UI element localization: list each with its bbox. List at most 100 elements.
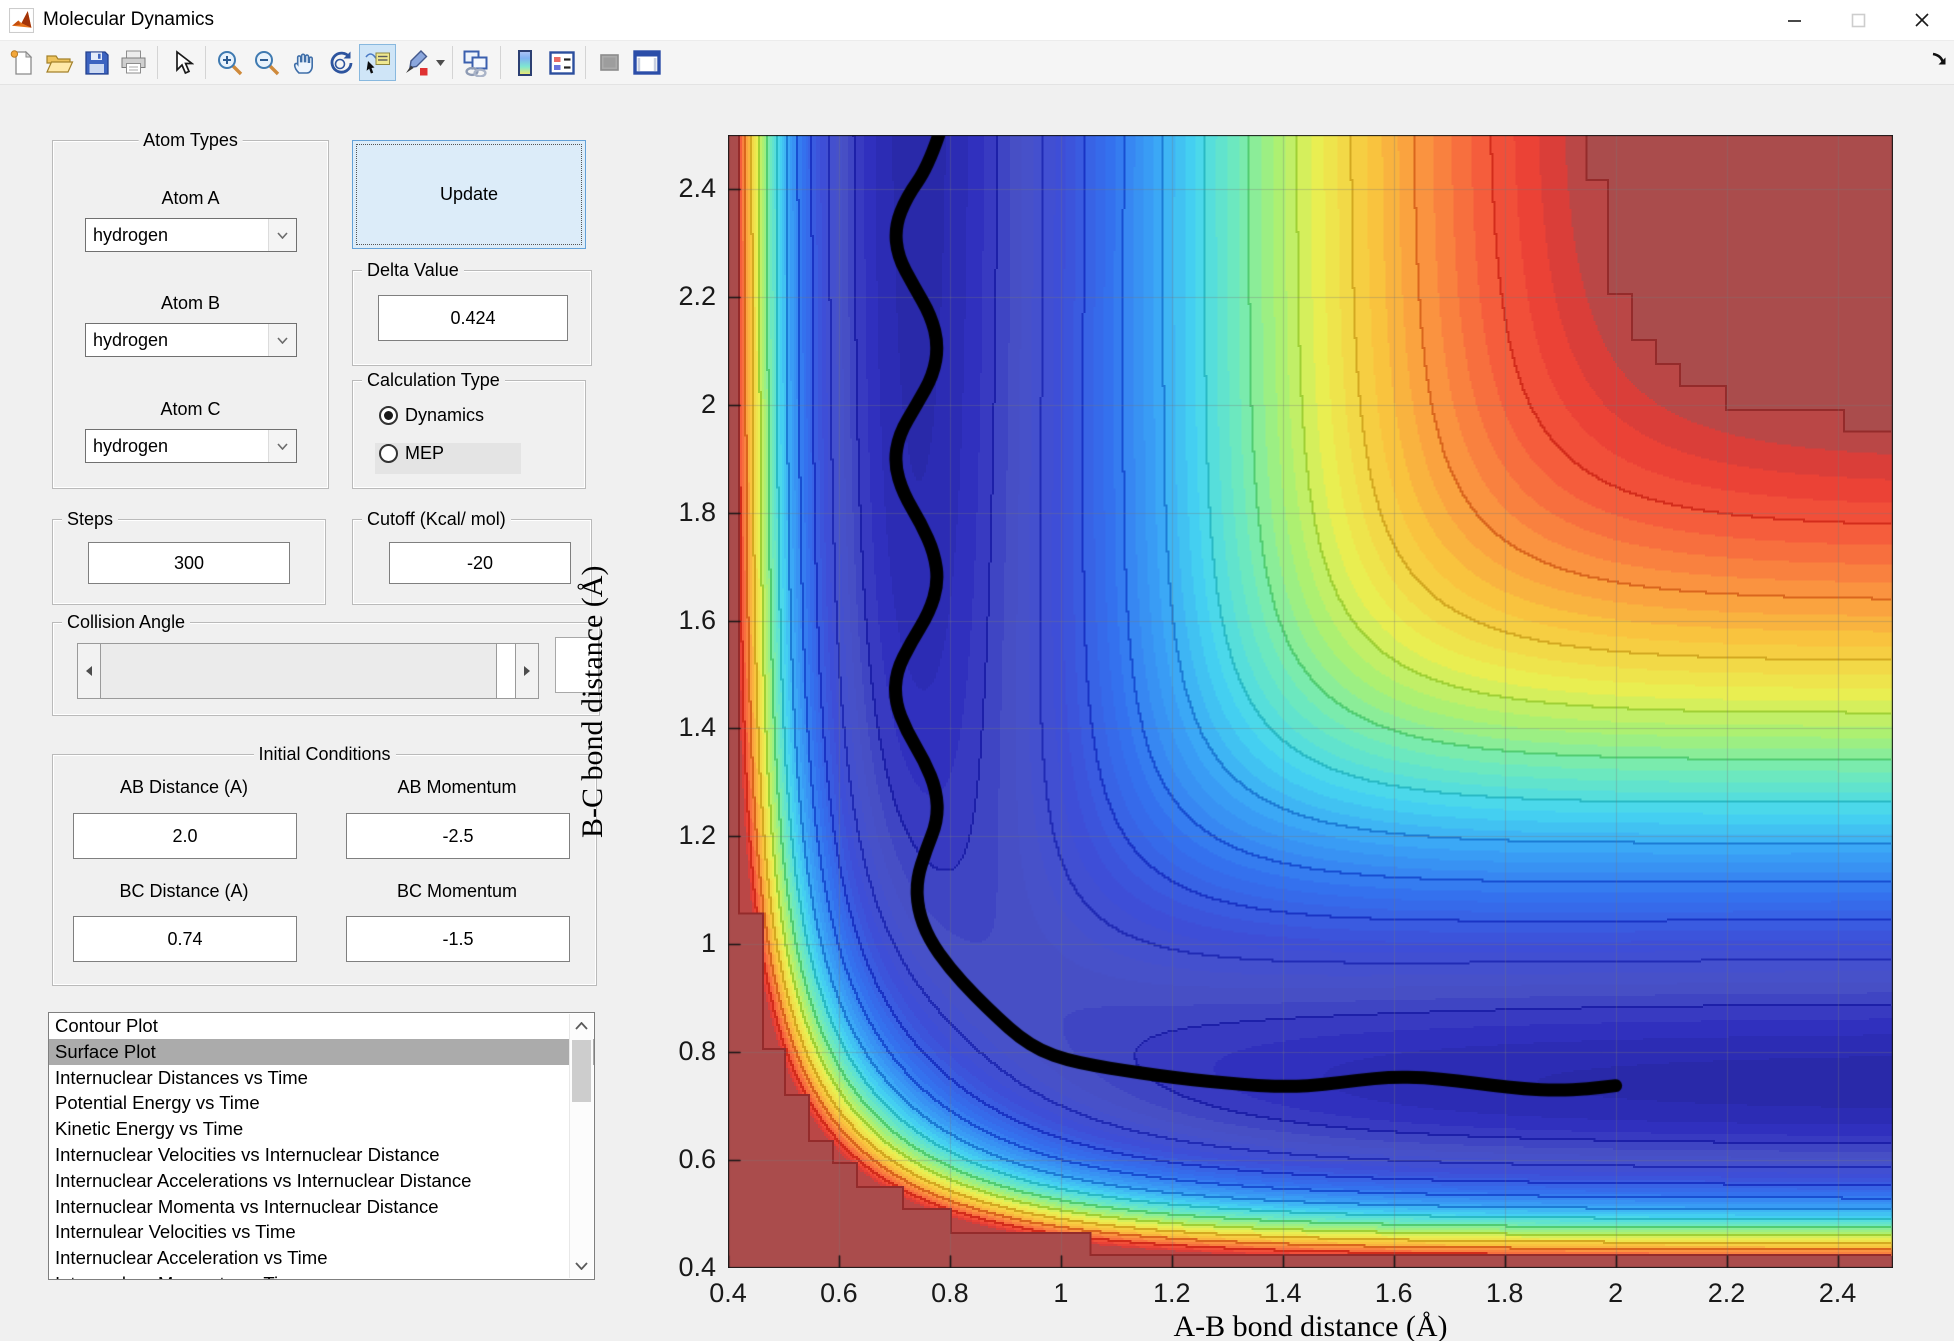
chevron-down-icon[interactable] [268,430,296,462]
bc-momentum-field[interactable]: -1.5 [346,916,570,962]
atom-b-select[interactable]: hydrogen [85,323,297,357]
slider-thumb[interactable] [101,644,497,698]
edit-cursor-icon [175,49,194,74]
plot-type-listbox[interactable]: Contour Plot Surface Plot Internuclear Dis… [48,1012,595,1280]
mep-radio[interactable]: MEP [379,443,444,464]
update-button[interactable]: Update [352,140,586,249]
y-tick-label: 0.6 [678,1144,716,1175]
rotate-3d-button[interactable] [322,44,359,81]
cutoff-field[interactable]: -20 [389,542,571,584]
save-button[interactable] [78,44,115,81]
minimize-icon [1787,19,1801,22]
pes-contour-plot[interactable]: 0.4 0.6 0.8 1 1.2 1.4 1.6 1.8 2 2.2 2.4 0.4 0.6 0.8 1 1… [576,135,1893,1341]
initial-conditions-group: Initial Conditions AB Distance (A) AB Mo… [52,744,597,986]
radio-unselected-icon [379,444,398,463]
x-tick-label: 2.4 [1818,1278,1857,1308]
bc-distance-field[interactable]: 0.74 [73,916,297,962]
insert-legend-button[interactable] [543,44,580,81]
x-tick-label: 1.2 [1153,1278,1191,1308]
matlab-logo-icon [9,7,34,33]
delta-value-field[interactable]: 0.424 [378,295,568,341]
slider-track[interactable] [497,644,515,698]
data-cursor-button[interactable] [359,44,396,81]
zoom-out-icon [254,50,279,75]
dock-figure-button[interactable] [628,44,665,81]
brush-dropdown-button[interactable] [433,59,447,66]
dynamics-radio[interactable]: Dynamics [379,405,484,426]
x-tick-label: 1.6 [1374,1278,1413,1308]
atom-b-value: hydrogen [93,329,169,350]
y-tick-label: 1.2 [678,820,716,851]
list-item[interactable]: Kinetic Energy vs Time [49,1116,594,1142]
trajectory-overlay-canvas [728,135,1893,1268]
collision-angle-title: Collision Angle [62,612,191,633]
radio-selected-icon [379,406,398,425]
disabled-square-icon [600,53,619,71]
steps-title: Steps [62,509,119,530]
slider-right-arrow[interactable] [515,644,538,698]
toolbar-separator [585,46,586,79]
ab-distance-label: AB Distance (A) [119,777,249,797]
rotate-3d-icon [330,51,352,73]
list-item[interactable]: Internuclear Acceleration vs Time [49,1245,594,1271]
molecular-dynamics-window: Molecular Dynamics Atom Types Atom A hyd… [0,0,1954,1341]
ab-momentum-label: AB Momentum [397,777,517,797]
ab-momentum-field[interactable]: -2.5 [346,813,570,859]
chevron-down-icon[interactable] [268,324,296,356]
toolbar-overflow-arrow [1932,52,1946,65]
brush-button[interactable] [396,44,433,81]
y-tick-label: 1.6 [678,604,716,635]
list-item[interactable]: Potential Energy vs Time [49,1090,594,1116]
edit-cursor-button[interactable] [163,44,200,81]
list-item[interactable]: Internuclear Distances vs Time [49,1065,594,1091]
zoom-out-button[interactable] [248,44,285,81]
pan-button[interactable] [285,44,322,81]
atom-types-title: Atom Types [138,130,243,151]
print-button[interactable] [115,44,152,81]
list-item[interactable]: Internuclear Momenta vs Internuclear Dis… [49,1194,594,1220]
list-item[interactable]: Internuclear Momenta vs Time [49,1271,594,1279]
close-button[interactable] [1890,0,1954,40]
list-item[interactable]: Internuclear Velocities vs Internuclear … [49,1142,594,1168]
toolbar-separator [452,46,453,79]
chevron-down-icon[interactable] [268,219,296,251]
list-item[interactable]: Surface Plot [49,1038,594,1065]
slider-left-arrow[interactable] [78,644,101,698]
list-item[interactable]: Internuclear Accelerations vs Internucle… [49,1168,594,1194]
atom-c-label: Atom C [160,399,221,419]
link-plots-icon [463,50,488,77]
link-plots-button[interactable] [458,44,495,81]
dynamics-radio-label: Dynamics [405,405,485,425]
x-tick-label: 1.4 [1263,1278,1302,1308]
zoom-in-icon [217,50,242,75]
maximize-button[interactable] [1826,0,1890,40]
brush-dropdown-caret [435,59,445,66]
insert-colorbar-button[interactable] [506,44,543,81]
atom-b-label: Atom B [160,293,221,313]
list-item[interactable]: Internulear Velocities vs Time [49,1219,594,1245]
delta-value-title: Delta Value [362,260,464,281]
save-icon [84,50,109,75]
list-item[interactable]: Contour Plot [49,1013,594,1039]
new-file-button[interactable] [4,44,41,81]
minimize-button[interactable] [1762,0,1826,40]
y-tick-label: 2.2 [678,280,716,311]
toolbar-overflow-button[interactable] [1931,51,1948,73]
ab-distance-field[interactable]: 2.0 [73,813,297,859]
open-file-icon [46,55,74,73]
cutoff-group: Cutoff (Kcal/ mol) -20 [352,509,592,605]
close-icon [1915,13,1929,27]
y-tick-label: 0.8 [678,1036,716,1067]
atom-types-group: Atom Types Atom A hydrogen Atom B hydrog… [52,130,329,489]
initial-conditions-title: Initial Conditions [253,744,396,765]
steps-field[interactable]: 300 [88,542,290,584]
atom-a-label: Atom A [161,188,220,208]
collision-angle-slider[interactable] [77,643,539,699]
atom-c-select[interactable]: hydrogen [85,429,297,463]
open-file-button[interactable] [41,44,78,81]
y-tick-label: 1 [700,928,716,959]
title-bar: Molecular Dynamics [0,0,1954,41]
insert-colorbar-icon [517,49,532,76]
atom-a-select[interactable]: hydrogen [85,218,297,252]
zoom-in-button[interactable] [211,44,248,81]
